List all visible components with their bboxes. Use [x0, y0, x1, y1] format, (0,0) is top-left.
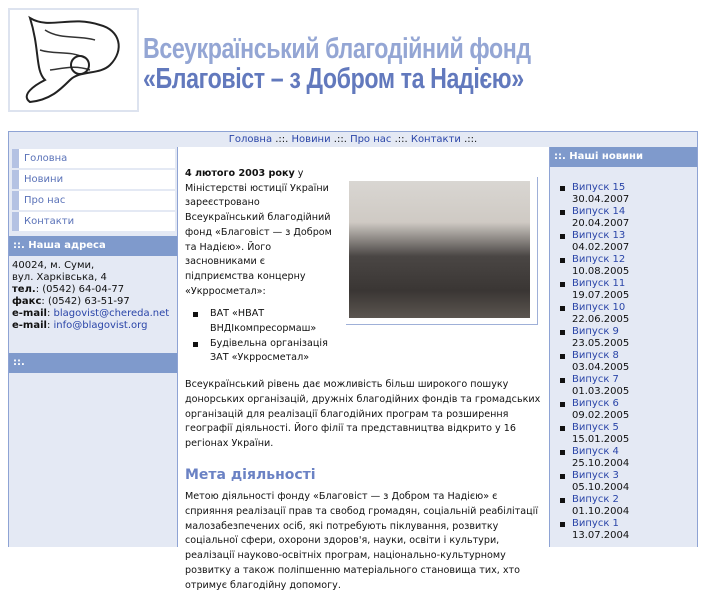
news-date: 22.06.2005	[572, 314, 630, 325]
intro-date: 4 лютого 2003 року	[185, 168, 295, 179]
news-date: 15.01.2005	[572, 434, 630, 445]
list-item: Будівельна організація ЗАТ «Укрросметал»	[193, 337, 343, 366]
news-item: Випуск 10 22.06.2005	[559, 302, 697, 326]
news-item: Випуск 4 25.10.2004	[559, 446, 697, 470]
news-link[interactable]: Випуск 14	[572, 206, 625, 217]
topnav-home[interactable]: Головна	[229, 134, 272, 145]
topnav-about[interactable]: Про нас	[350, 134, 391, 145]
news-heading: ::. Наші новини	[550, 147, 697, 167]
news-link[interactable]: Випуск 13	[572, 230, 625, 241]
phone-label: тел.	[12, 284, 36, 295]
paragraph: Всеукраїнський рівень дає можливість біл…	[185, 379, 541, 449]
news-date: 10.08.2005	[572, 266, 630, 277]
section-heading: Мета діяльності	[185, 466, 316, 483]
news-link[interactable]: Випуск 2	[572, 494, 619, 505]
left-sidebar: Головна Новини Про нас Контакти ::. Наша…	[8, 147, 178, 547]
top-navigation: Головна .::. Новини .::. Про нас .::. Ко…	[8, 131, 698, 148]
news-date: 30.04.2007	[572, 194, 630, 205]
news-link[interactable]: Випуск 8	[572, 350, 619, 361]
email-label: e-mail	[12, 320, 47, 331]
menu-item-news[interactable]: Новини	[12, 170, 175, 189]
news-item: Випуск 13 04.02.2007	[559, 230, 697, 254]
news-item: Випуск 6 09.02.2005	[559, 398, 697, 422]
email-label: e-mail	[12, 308, 47, 319]
news-date: 19.07.2005	[572, 290, 630, 301]
right-sidebar: ::. Наші новини Випуск 15 30.04.2007 Випус…	[550, 147, 698, 547]
news-item: Випуск 1 13.07.2004	[559, 518, 697, 542]
photo-frame	[346, 177, 538, 325]
fax: факс: (0542) 63-51-97	[12, 296, 174, 308]
email: e-mail: info@blagovist.org	[12, 320, 148, 331]
news-link[interactable]: Випуск 10	[572, 302, 625, 313]
news-date: 05.10.2004	[572, 482, 630, 493]
phone-value: : (0542) 64-04-77	[35, 284, 125, 295]
news-date: 25.10.2004	[572, 458, 630, 469]
news-link[interactable]: Випуск 5	[572, 422, 619, 433]
paragraph: Метою діяльності фонду «Благовіст — з До…	[185, 491, 538, 591]
news-link[interactable]: Випуск 6	[572, 398, 619, 409]
news-link[interactable]: Випуск 12	[572, 254, 625, 265]
news-item: Випуск 2 01.10.2004	[559, 494, 697, 518]
separator: .::.	[391, 134, 411, 145]
news-date: 13.07.2004	[572, 530, 630, 541]
address-heading: ::. Наша адреса	[9, 236, 177, 256]
news-link[interactable]: Випуск 3	[572, 470, 619, 481]
menu-item-home[interactable]: Головна	[12, 149, 175, 168]
intro-body: у Міністерстві юстиції України зареєстро…	[185, 168, 332, 297]
news-link[interactable]: Випуск 9	[572, 326, 619, 337]
menu-item-contacts[interactable]: Контакти	[12, 212, 175, 231]
news-item: Випуск 9 23.05.2005	[559, 326, 697, 350]
news-item: Випуск 12 10.08.2005	[559, 254, 697, 278]
news-date: 04.02.2007	[572, 242, 630, 253]
news-link[interactable]: Випуск 4	[572, 446, 619, 457]
address-box: 40024, м. Суми, вул. Харківська, 4 тел.:…	[9, 256, 177, 353]
angel-icon	[25, 15, 120, 104]
email-link-1[interactable]: blagovist@chereda.net	[54, 308, 170, 319]
news-item: Випуск 3 05.10.2004	[559, 470, 697, 494]
news-date: 20.04.2007	[572, 218, 630, 229]
news-date: 09.02.2005	[572, 410, 630, 421]
separator: .::.	[460, 134, 478, 145]
main-content: 4 лютого 2003 року у Міністерстві юстиці…	[178, 147, 550, 591]
site-title: Всеукраїнський благодійний фонд «Благові…	[143, 33, 531, 95]
address-line: вул. Харківська, 4	[12, 272, 107, 283]
separator: .::.	[272, 134, 292, 145]
news-link[interactable]: Випуск 1	[572, 518, 619, 529]
intro-text: 4 лютого 2003 року у Міністерстві юстиці…	[185, 167, 335, 299]
phone: тел.: (0542) 64-04-77	[12, 284, 174, 296]
news-item: Випуск 7 01.03.2005	[559, 374, 697, 398]
separator: .::.	[330, 134, 351, 145]
news-date: 03.04.2005	[572, 362, 630, 373]
second-box-heading: ::.	[9, 353, 177, 373]
news-link[interactable]: Випуск 7	[572, 374, 619, 385]
list-item: ВАТ «НВАТ ВНДІкомпресормаш»	[193, 307, 343, 336]
news-link[interactable]: Випуск 15	[572, 182, 625, 193]
news-date: 01.03.2005	[572, 386, 630, 397]
topnav-news[interactable]: Новини	[292, 134, 331, 145]
news-item: Випуск 11 19.07.2005	[559, 278, 697, 302]
group-photo	[349, 181, 530, 318]
news-item: Випуск 15 30.04.2007	[559, 182, 697, 206]
news-date: 01.10.2004	[572, 506, 630, 517]
topnav-contacts[interactable]: Контакти	[411, 134, 461, 145]
news-item: Випуск 8 03.04.2005	[559, 350, 697, 374]
address-line: 40024, м. Суми,	[12, 260, 95, 271]
fax-label: факс	[12, 296, 42, 307]
menu-item-about[interactable]: Про нас	[12, 191, 175, 210]
fax-value: : (0542) 63-51-97	[41, 296, 130, 307]
news-list: Випуск 15 30.04.2007 Випуск 14 20.04.2007 Ви…	[559, 182, 697, 542]
news-item: Випуск 5 15.01.2005	[559, 422, 697, 446]
email-link-2[interactable]: info@blagovist.org	[54, 320, 148, 331]
news-date: 23.05.2005	[572, 338, 630, 349]
angel-logo	[8, 8, 139, 112]
news-item: Випуск 14 20.04.2007	[559, 206, 697, 230]
email: e-mail: blagovist@chereda.net	[12, 308, 170, 319]
news-link[interactable]: Випуск 11	[572, 278, 625, 289]
